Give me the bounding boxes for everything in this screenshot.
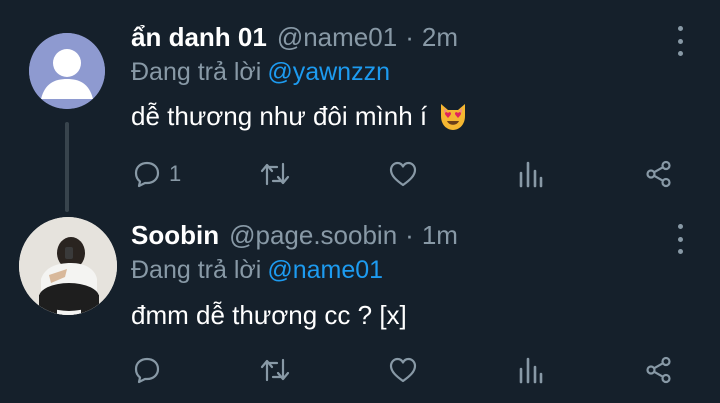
more-icon[interactable] xyxy=(670,26,690,56)
more-icon[interactable] xyxy=(670,224,690,254)
smiling-cat-heart-eyes-icon xyxy=(437,100,469,132)
tweet-actions xyxy=(0,350,720,390)
timestamp[interactable]: 2m xyxy=(422,22,458,53)
avatar[interactable] xyxy=(19,217,117,315)
like-button[interactable] xyxy=(388,158,418,190)
share-icon xyxy=(646,356,671,384)
share-icon xyxy=(646,160,671,188)
reply-icon xyxy=(134,161,160,188)
tweet[interactable]: Soobin @page.soobin · 1m Đang trả lời @na… xyxy=(0,200,720,403)
timestamp[interactable]: 1m xyxy=(422,220,458,251)
replying-prefix: Đang trả lời xyxy=(131,256,262,284)
tweet-header: Soobin @page.soobin · 1m xyxy=(131,220,458,251)
retweet-icon xyxy=(260,358,290,382)
tweet-actions: 1 xyxy=(0,154,720,194)
like-button[interactable] xyxy=(388,354,418,386)
separator-dot: · xyxy=(405,22,414,52)
photo-avatar-icon xyxy=(19,217,117,315)
reply-icon xyxy=(134,357,160,384)
like-icon xyxy=(389,357,417,383)
tweet-header: ẩn danh 01 @name01 · 2m xyxy=(131,22,458,53)
share-button[interactable] xyxy=(645,158,673,190)
default-avatar-icon xyxy=(29,33,105,109)
user-handle[interactable]: @page.soobin xyxy=(229,220,397,251)
tweet-body: dễ thương như đôi mình í xyxy=(131,100,428,131)
tweet-text: dễ thương như đôi mình í xyxy=(131,100,469,132)
share-button[interactable] xyxy=(645,354,673,386)
replying-to: Đang trả lời @yawnzzn xyxy=(131,58,390,87)
retweet-button[interactable] xyxy=(259,158,291,190)
mention-link[interactable]: @name01 xyxy=(267,256,383,284)
tweet-body: đmm dễ thương cc ? [x] xyxy=(131,300,407,330)
mention-link[interactable]: @yawnzzn xyxy=(267,58,390,86)
retweet-icon xyxy=(260,162,290,186)
like-icon xyxy=(389,161,417,187)
display-name[interactable]: Soobin xyxy=(131,220,219,251)
display-name[interactable]: ẩn danh 01 xyxy=(131,22,267,53)
user-handle[interactable]: @name01 xyxy=(277,22,397,53)
replying-prefix: Đang trả lời xyxy=(131,58,262,86)
retweet-button[interactable] xyxy=(259,354,291,386)
analytics-icon xyxy=(519,161,543,188)
analytics-icon xyxy=(519,357,543,384)
separator-dot: · xyxy=(405,220,414,250)
analytics-button[interactable] xyxy=(518,158,544,190)
reply-button[interactable]: 1 xyxy=(133,158,181,190)
analytics-button[interactable] xyxy=(518,354,544,386)
tweet[interactable]: ẩn danh 01 @name01 · 2m Đang trả lời @yaw… xyxy=(0,0,720,212)
replying-to: Đang trả lời @name01 xyxy=(131,256,383,285)
avatar[interactable] xyxy=(29,33,105,109)
tweet-text: đmm dễ thương cc ? [x] xyxy=(131,300,407,331)
reply-count: 1 xyxy=(169,161,182,186)
reply-button[interactable] xyxy=(133,354,169,386)
